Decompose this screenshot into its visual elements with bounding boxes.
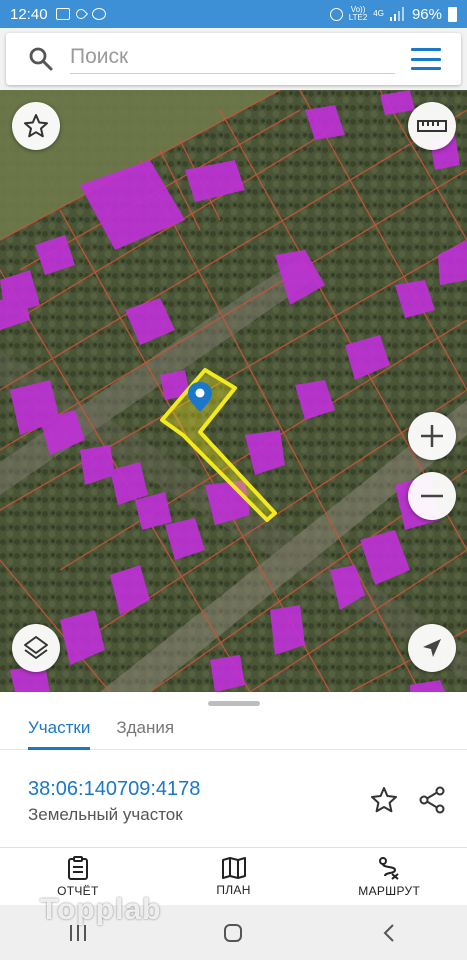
plus-icon — [421, 425, 443, 447]
info-tabs: Участки Здания — [0, 706, 467, 750]
star-icon[interactable] — [370, 786, 398, 814]
notification-icons — [55, 6, 106, 22]
nav-plan[interactable]: ПЛАН — [156, 848, 312, 905]
ruler-icon — [417, 120, 447, 132]
battery-icon — [448, 6, 457, 22]
search-input[interactable]: Поиск — [70, 45, 395, 74]
status-time: 12:40 — [10, 5, 48, 23]
my-location-button[interactable] — [408, 624, 456, 672]
info-bottom-sheet[interactable]: Участки Здания 38:06:140709:4178 Земельн… — [0, 692, 467, 847]
tab-parcels[interactable]: Участки — [28, 706, 91, 750]
parcel-type-label: Земельный участок — [28, 805, 183, 824]
signal-type: 4G — [373, 9, 384, 18]
cadastral-map[interactable] — [0, 90, 467, 692]
battery-percent: 96% — [411, 5, 442, 23]
gallery-icon — [55, 8, 70, 20]
signal-icon — [389, 7, 404, 21]
layers-icon — [24, 636, 48, 659]
alarm-icon — [329, 7, 343, 21]
nav-route[interactable]: МАРШРУТ — [311, 848, 467, 905]
back-button[interactable] — [369, 913, 409, 953]
watermark: Topplab — [40, 893, 162, 926]
search-bar[interactable]: Поиск — [6, 33, 461, 85]
navigation-arrow-icon — [423, 639, 441, 657]
clipboard-icon — [67, 855, 88, 880]
search-icon — [29, 47, 53, 71]
zoom-out-button[interactable] — [408, 472, 456, 520]
layers-button[interactable] — [12, 624, 60, 672]
nav-plan-label: ПЛАН — [216, 882, 251, 897]
cadastral-number[interactable]: 38:06:140709:4178 — [28, 778, 200, 801]
favorites-button[interactable] — [12, 102, 60, 150]
satellite-map-layer — [0, 90, 467, 692]
search-header: Поиск — [0, 28, 467, 90]
map-icon — [221, 856, 246, 879]
star-outline-icon — [24, 114, 48, 138]
tab-buildings[interactable]: Здания — [116, 706, 174, 749]
system-icons: Vo)) LTE2 4G 96% — [329, 5, 457, 23]
nav-route-label: МАРШРУТ — [358, 883, 421, 898]
minus-icon — [421, 494, 443, 498]
measure-button[interactable] — [408, 102, 456, 150]
home-icon — [224, 923, 243, 942]
share-icon[interactable] — [418, 786, 446, 814]
zoom-in-button[interactable] — [408, 412, 456, 460]
telegram-icon — [73, 6, 88, 22]
back-arrow-icon — [383, 923, 394, 942]
network-indicator: Vo)) LTE2 — [348, 5, 368, 22]
status-bar: 12:40 Vo)) LTE2 4G 96% — [0, 0, 467, 28]
menu-icon[interactable] — [411, 48, 441, 70]
whatsapp-icon — [91, 8, 106, 20]
route-icon — [379, 856, 399, 880]
home-button[interactable] — [213, 913, 253, 953]
